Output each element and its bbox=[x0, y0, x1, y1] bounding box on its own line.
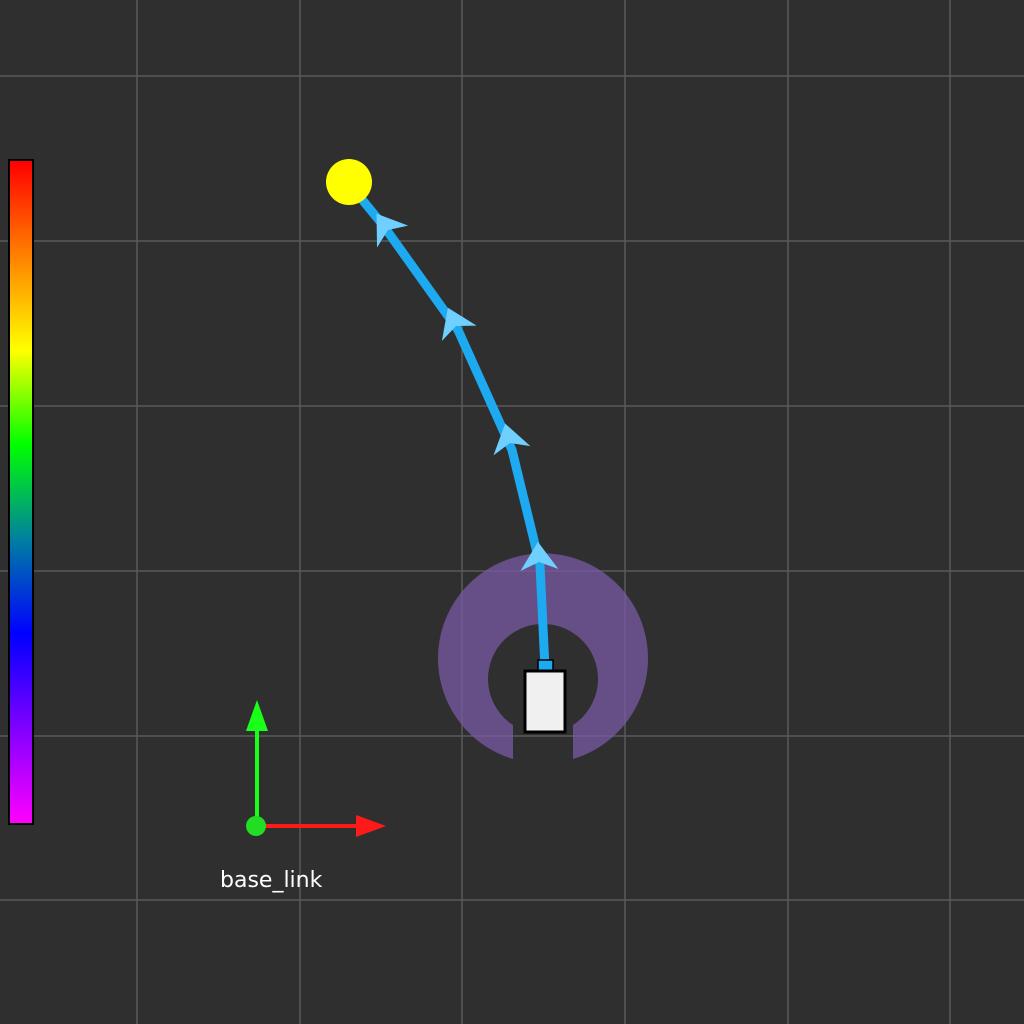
colorbar-legend bbox=[8, 159, 34, 825]
goal-marker-icon[interactable] bbox=[326, 159, 372, 205]
grid-lines bbox=[0, 0, 1024, 1024]
scene-canvas[interactable] bbox=[0, 0, 1024, 1024]
visualization-viewport[interactable]: base_link bbox=[0, 0, 1024, 1024]
robot-body-icon[interactable] bbox=[523, 669, 567, 734]
frame-origin-icon bbox=[246, 816, 266, 836]
tf-frame-base-link bbox=[246, 700, 386, 837]
y-axis-arrow-icon bbox=[246, 700, 268, 731]
frame-label: base_link bbox=[220, 868, 323, 893]
x-axis-arrow-icon bbox=[356, 815, 386, 837]
